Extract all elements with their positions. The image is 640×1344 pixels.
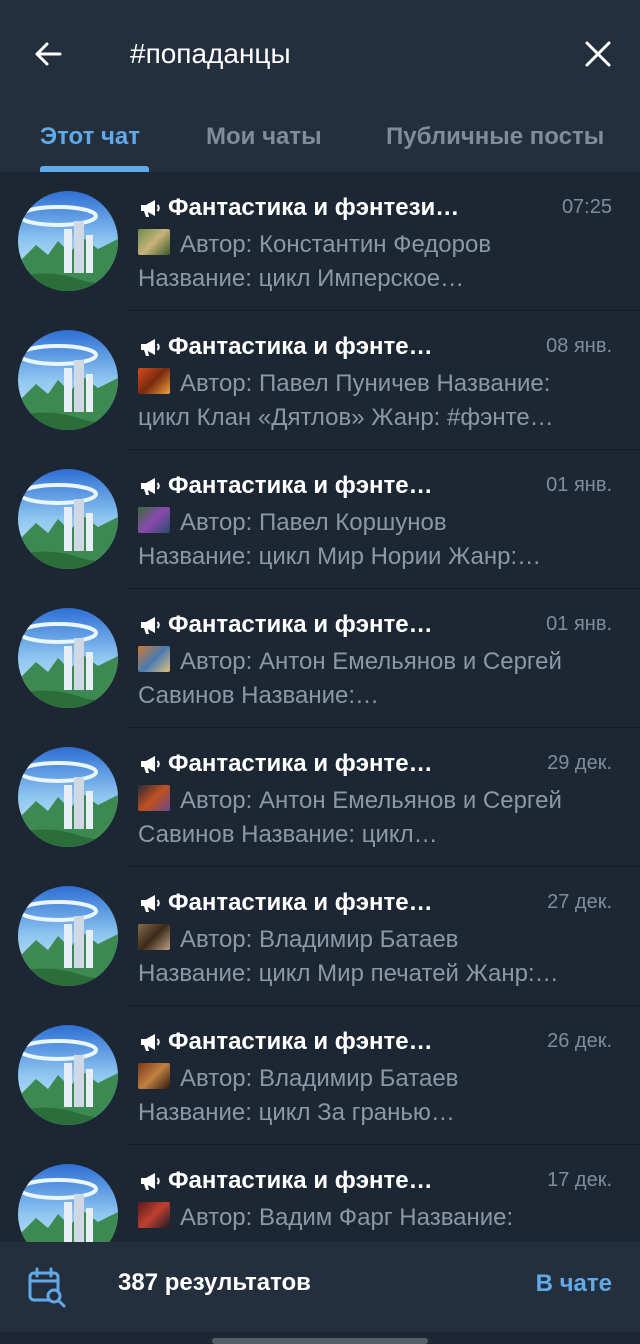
search-result-item[interactable]: Фантастика и фэнте… 01 янв. Автор: Антон… (0, 589, 640, 728)
search-result-item[interactable]: Фантастика и фэнте… 01 янв. Автор: Павел… (0, 450, 640, 589)
search-result-item[interactable]: Фантастика и фэнте… 27 дек. Автор: Влади… (0, 867, 640, 1006)
results-bottom-bar: 387 результатов В чате (0, 1242, 640, 1332)
result-title-line: Фантастика и фэнте… (138, 887, 433, 919)
media-thumbnail (138, 785, 170, 811)
snippet-line: Савинов Название:… (138, 682, 380, 709)
search-input[interactable]: #попаданцы (130, 34, 291, 74)
message-snippet: Автор: Антон Емельянов и Сергей Савинов … (138, 784, 616, 852)
channel-avatar (18, 608, 118, 708)
snippet-line: Название: цикл Мир печатей Жанр:… (138, 960, 559, 987)
channel-title: Фантастика и фэнте… (168, 611, 433, 638)
snippet-line: Название: цикл Мир Нории Жанр:… (138, 543, 542, 570)
channel-avatar (18, 330, 118, 430)
message-snippet: Автор: Вадим Фарг Название: (138, 1201, 616, 1235)
megaphone-icon (141, 1173, 160, 1190)
channel-avatar (18, 1164, 118, 1242)
search-result-item[interactable]: Фантастика и фэнте… 17 дек. Автор: Вадим… (0, 1145, 640, 1242)
calendar-button[interactable] (26, 1266, 68, 1308)
result-title-line: Фантастика и фэнте… (138, 1165, 433, 1197)
tab-this-chat[interactable]: Этот чат (40, 108, 140, 172)
search-result-item[interactable]: Фантастика и фэнте… 29 дек. Автор: Антон… (0, 728, 640, 867)
close-icon (585, 41, 611, 67)
view-in-chat-button[interactable]: В чате (536, 1270, 612, 1298)
result-title-line: Фантастика и фэнте… (138, 331, 433, 363)
channel-title: Фантастика и фэнте… (168, 1028, 433, 1055)
clear-search-button[interactable] (576, 32, 620, 76)
message-time: 07:25 (561, 196, 612, 218)
media-thumbnail (138, 1202, 170, 1228)
search-results-list: Фантастика и фэнтези… 07:25 Автор: Конст… (0, 172, 640, 1242)
channel-avatar (18, 191, 118, 291)
snippet-line: цикл Клан «Дятлов» Жанр: #фэнте… (138, 404, 554, 431)
search-result-item[interactable]: Фантастика и фэнте… 26 дек. Автор: Влади… (0, 1006, 640, 1145)
snippet-line: Автор: Павел Коршунов (180, 509, 447, 536)
message-time: 27 дек. (547, 891, 612, 913)
snippet-line: Название: цикл Имперское… (138, 265, 465, 292)
message-snippet: Автор: Антон Емельянов и Сергей Савинов … (138, 645, 616, 713)
snippet-line: Автор: Константин Федоров (180, 231, 492, 258)
snippet-line: Автор: Павел Пуничев Название: (180, 370, 551, 397)
result-title-line: Фантастика и фэнте… (138, 470, 433, 502)
message-snippet: Автор: Владимир Батаев Название: цикл За… (138, 1062, 616, 1130)
message-time: 17 дек. (547, 1169, 612, 1191)
message-snippet: Автор: Владимир Батаев Название: цикл Ми… (138, 923, 616, 991)
search-header: #попаданцы Этот чат Мои чаты Публичные п… (0, 0, 640, 172)
tab-my-chats[interactable]: Мои чаты (206, 108, 322, 172)
megaphone-icon (141, 200, 160, 217)
message-time: 01 янв. (546, 474, 612, 496)
result-title-line: Фантастика и фэнтези… (138, 192, 459, 224)
channel-title: Фантастика и фэнтези… (168, 194, 460, 221)
message-time: 08 янв. (546, 335, 612, 357)
media-thumbnail (138, 368, 170, 394)
message-snippet: Автор: Павел Пуничев Название: цикл Клан… (138, 367, 616, 435)
result-title-line: Фантастика и фэнте… (138, 609, 433, 641)
snippet-line: Автор: Антон Емельянов и Сергей (180, 648, 562, 675)
result-title-line: Фантастика и фэнте… (138, 748, 433, 780)
megaphone-icon (141, 895, 160, 912)
message-time: 01 янв. (546, 613, 612, 635)
megaphone-icon (141, 339, 160, 356)
channel-avatar (18, 469, 118, 569)
back-button[interactable] (28, 34, 68, 74)
media-thumbnail (138, 507, 170, 533)
snippet-line: Автор: Вадим Фарг Название: (180, 1204, 514, 1231)
megaphone-icon (141, 478, 160, 495)
media-thumbnail (138, 646, 170, 672)
result-title-line: Фантастика и фэнте… (138, 1026, 433, 1058)
search-tabs: Этот чат Мои чаты Публичные посты (0, 108, 640, 172)
arrow-left-icon (35, 42, 62, 66)
megaphone-icon (141, 756, 160, 773)
message-time: 26 дек. (547, 1030, 612, 1052)
snippet-line: Название: цикл За гранью… (138, 1099, 455, 1126)
message-time: 29 дек. (547, 752, 612, 774)
media-thumbnail (138, 1063, 170, 1089)
channel-avatar (18, 747, 118, 847)
snippet-line: Автор: Антон Емельянов и Сергей (180, 787, 562, 814)
channel-avatar (18, 886, 118, 986)
channel-title: Фантастика и фэнте… (168, 889, 433, 916)
media-thumbnail (138, 924, 170, 950)
message-snippet: Автор: Константин Федоров Название: цикл… (138, 228, 616, 296)
snippet-line: Автор: Владимир Батаев (180, 1065, 459, 1092)
media-thumbnail (138, 229, 170, 255)
tab-public-posts[interactable]: Публичные посты (386, 108, 604, 172)
search-result-item[interactable]: Фантастика и фэнте… 08 янв. Автор: Павел… (0, 311, 640, 450)
channel-avatar (18, 1025, 118, 1125)
snippet-line: Савинов Название: цикл… (138, 821, 438, 848)
home-indicator[interactable] (212, 1338, 428, 1344)
channel-title: Фантастика и фэнте… (168, 333, 433, 360)
channel-title: Фантастика и фэнте… (168, 1167, 433, 1194)
channel-title: Фантастика и фэнте… (168, 472, 433, 499)
calendar-search-icon (28, 1267, 66, 1308)
snippet-line: Автор: Владимир Батаев (180, 926, 459, 953)
megaphone-icon (141, 1034, 160, 1051)
search-result-item[interactable]: Фантастика и фэнтези… 07:25 Автор: Конст… (0, 172, 640, 311)
results-count: 387 результатов (118, 1269, 311, 1296)
message-snippet: Автор: Павел Коршунов Название: цикл Мир… (138, 506, 616, 574)
channel-title: Фантастика и фэнте… (168, 750, 433, 777)
megaphone-icon (141, 617, 160, 634)
